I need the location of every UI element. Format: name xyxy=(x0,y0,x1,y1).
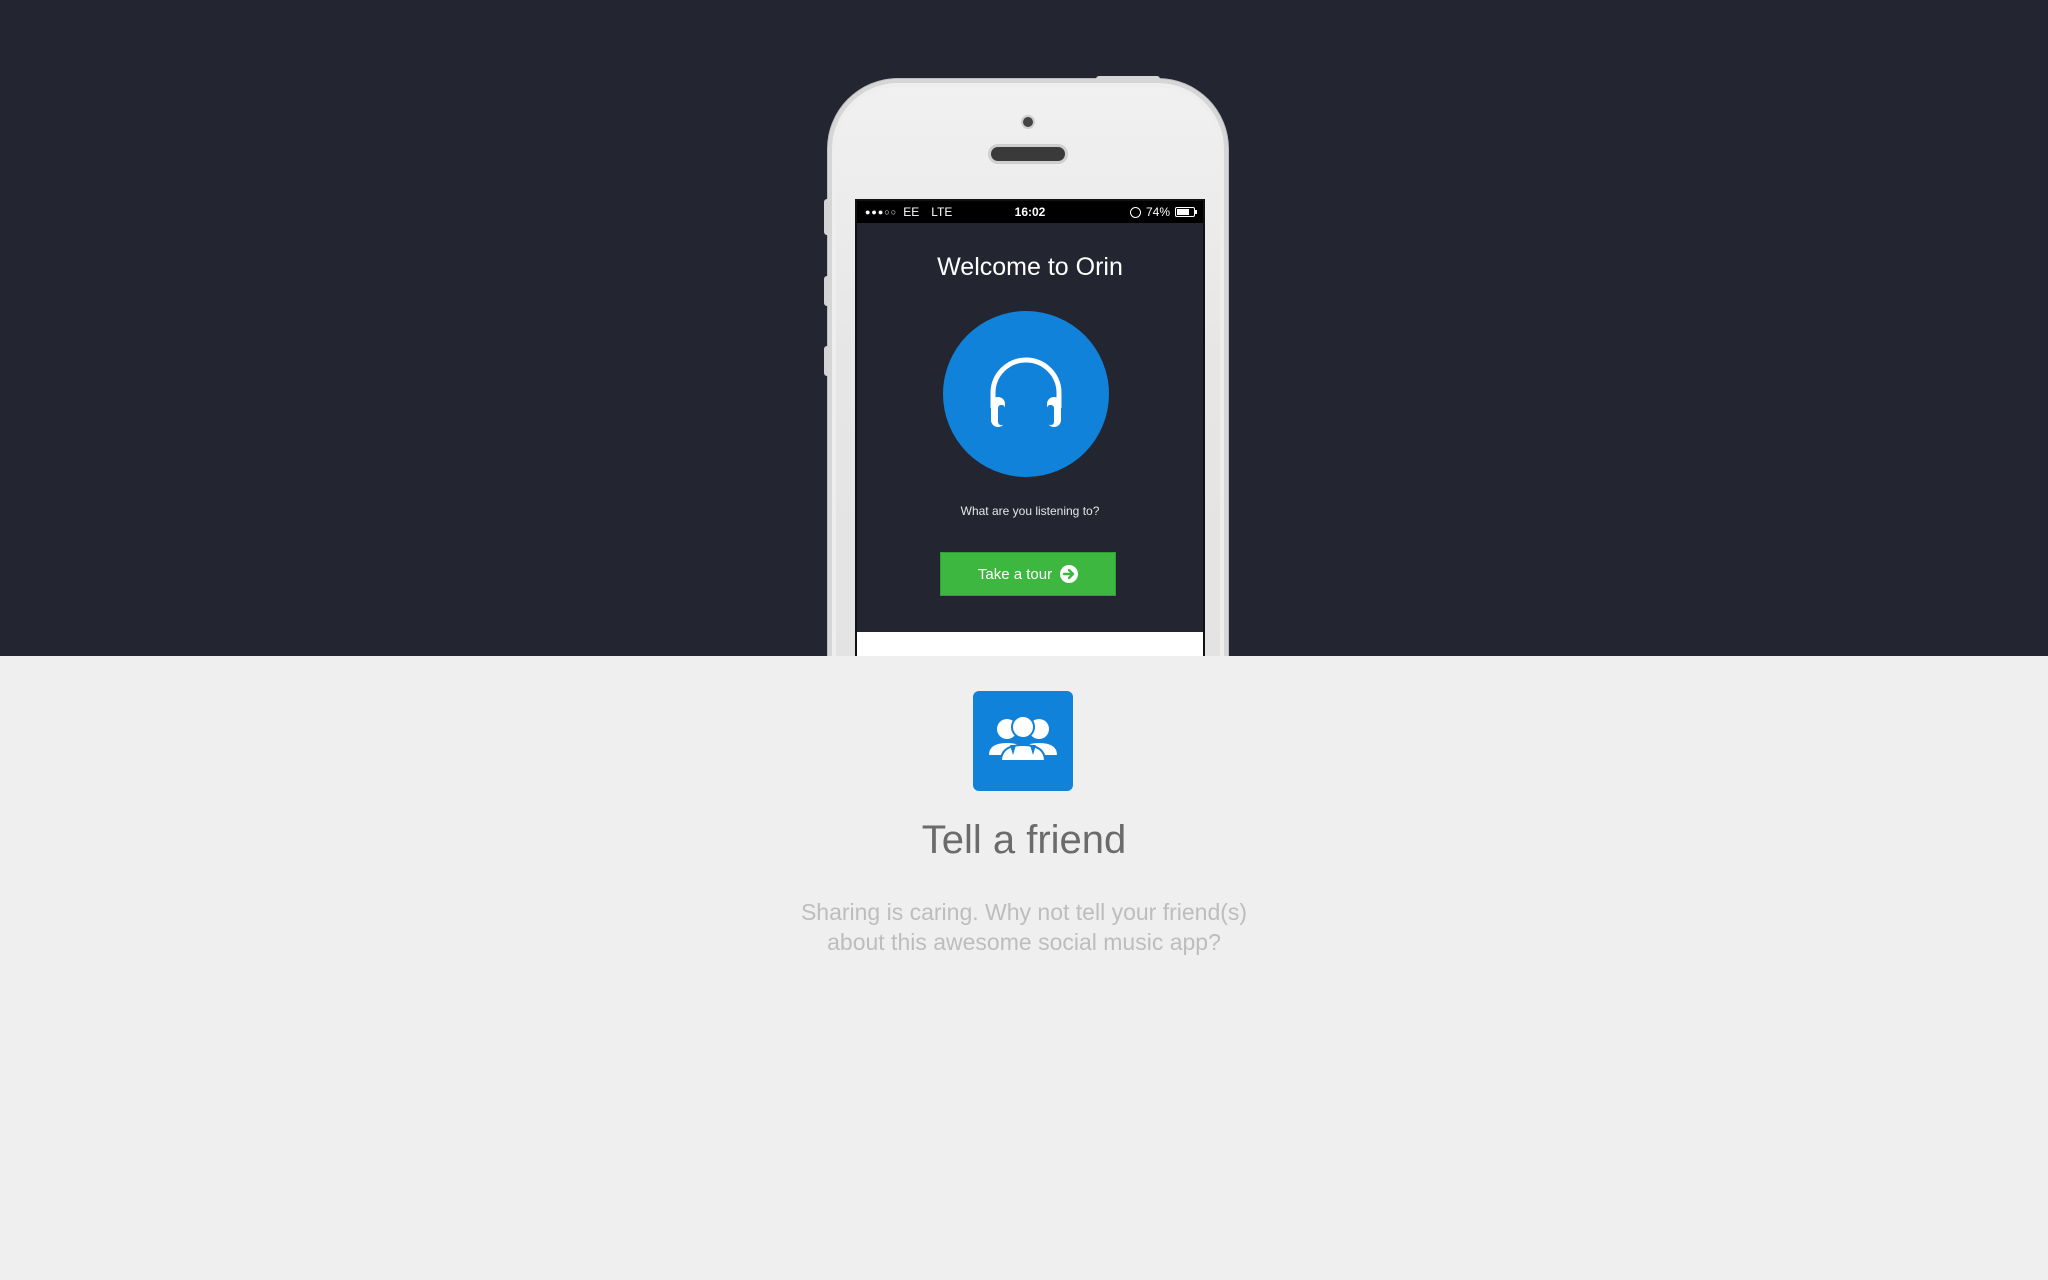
mute-switch xyxy=(824,199,828,235)
alarm-clock-icon xyxy=(1129,206,1141,218)
take-a-tour-label: Take a tour xyxy=(977,565,1053,583)
welcome-title: Welcome to Orin xyxy=(937,253,1123,281)
headphones-icon xyxy=(990,357,1062,427)
arrow-right-icon xyxy=(1060,565,1079,583)
phone-screen: ●●●○○ EE LTE 16:02 74% Welcome to Orin W… xyxy=(855,199,1205,656)
earpiece-speaker xyxy=(991,147,1065,161)
description-line-1: Sharing is caring. Why not tell your fri… xyxy=(800,899,1248,925)
battery-percent: 74% xyxy=(1145,205,1170,219)
status-right: 74% xyxy=(1129,201,1197,223)
status-bar: ●●●○○ EE LTE 16:02 74% xyxy=(857,201,1203,223)
battery-icon xyxy=(1175,207,1197,217)
tagline: What are you listening to? xyxy=(960,504,1100,518)
volume-up-button xyxy=(824,276,828,306)
front-camera xyxy=(1023,117,1033,127)
power-button xyxy=(1096,76,1160,80)
screen-bottom-panel xyxy=(857,632,1203,656)
take-a-tour-button[interactable]: Take a tour xyxy=(940,552,1116,596)
description-line-2: about this awesome social music app? xyxy=(827,929,1221,955)
headphones-badge xyxy=(943,311,1109,477)
section-title: Tell a friend xyxy=(921,818,1127,862)
section-description: Sharing is caring. Why not tell your fri… xyxy=(724,897,1324,957)
battery-fill xyxy=(1177,209,1189,215)
phone-mockup: ●●●○○ EE LTE 16:02 74% Welcome to Orin W… xyxy=(824,76,1228,656)
hero-section: ●●●○○ EE LTE 16:02 74% Welcome to Orin W… xyxy=(0,0,2048,656)
group-icon xyxy=(973,691,1073,791)
volume-down-button xyxy=(824,346,828,376)
